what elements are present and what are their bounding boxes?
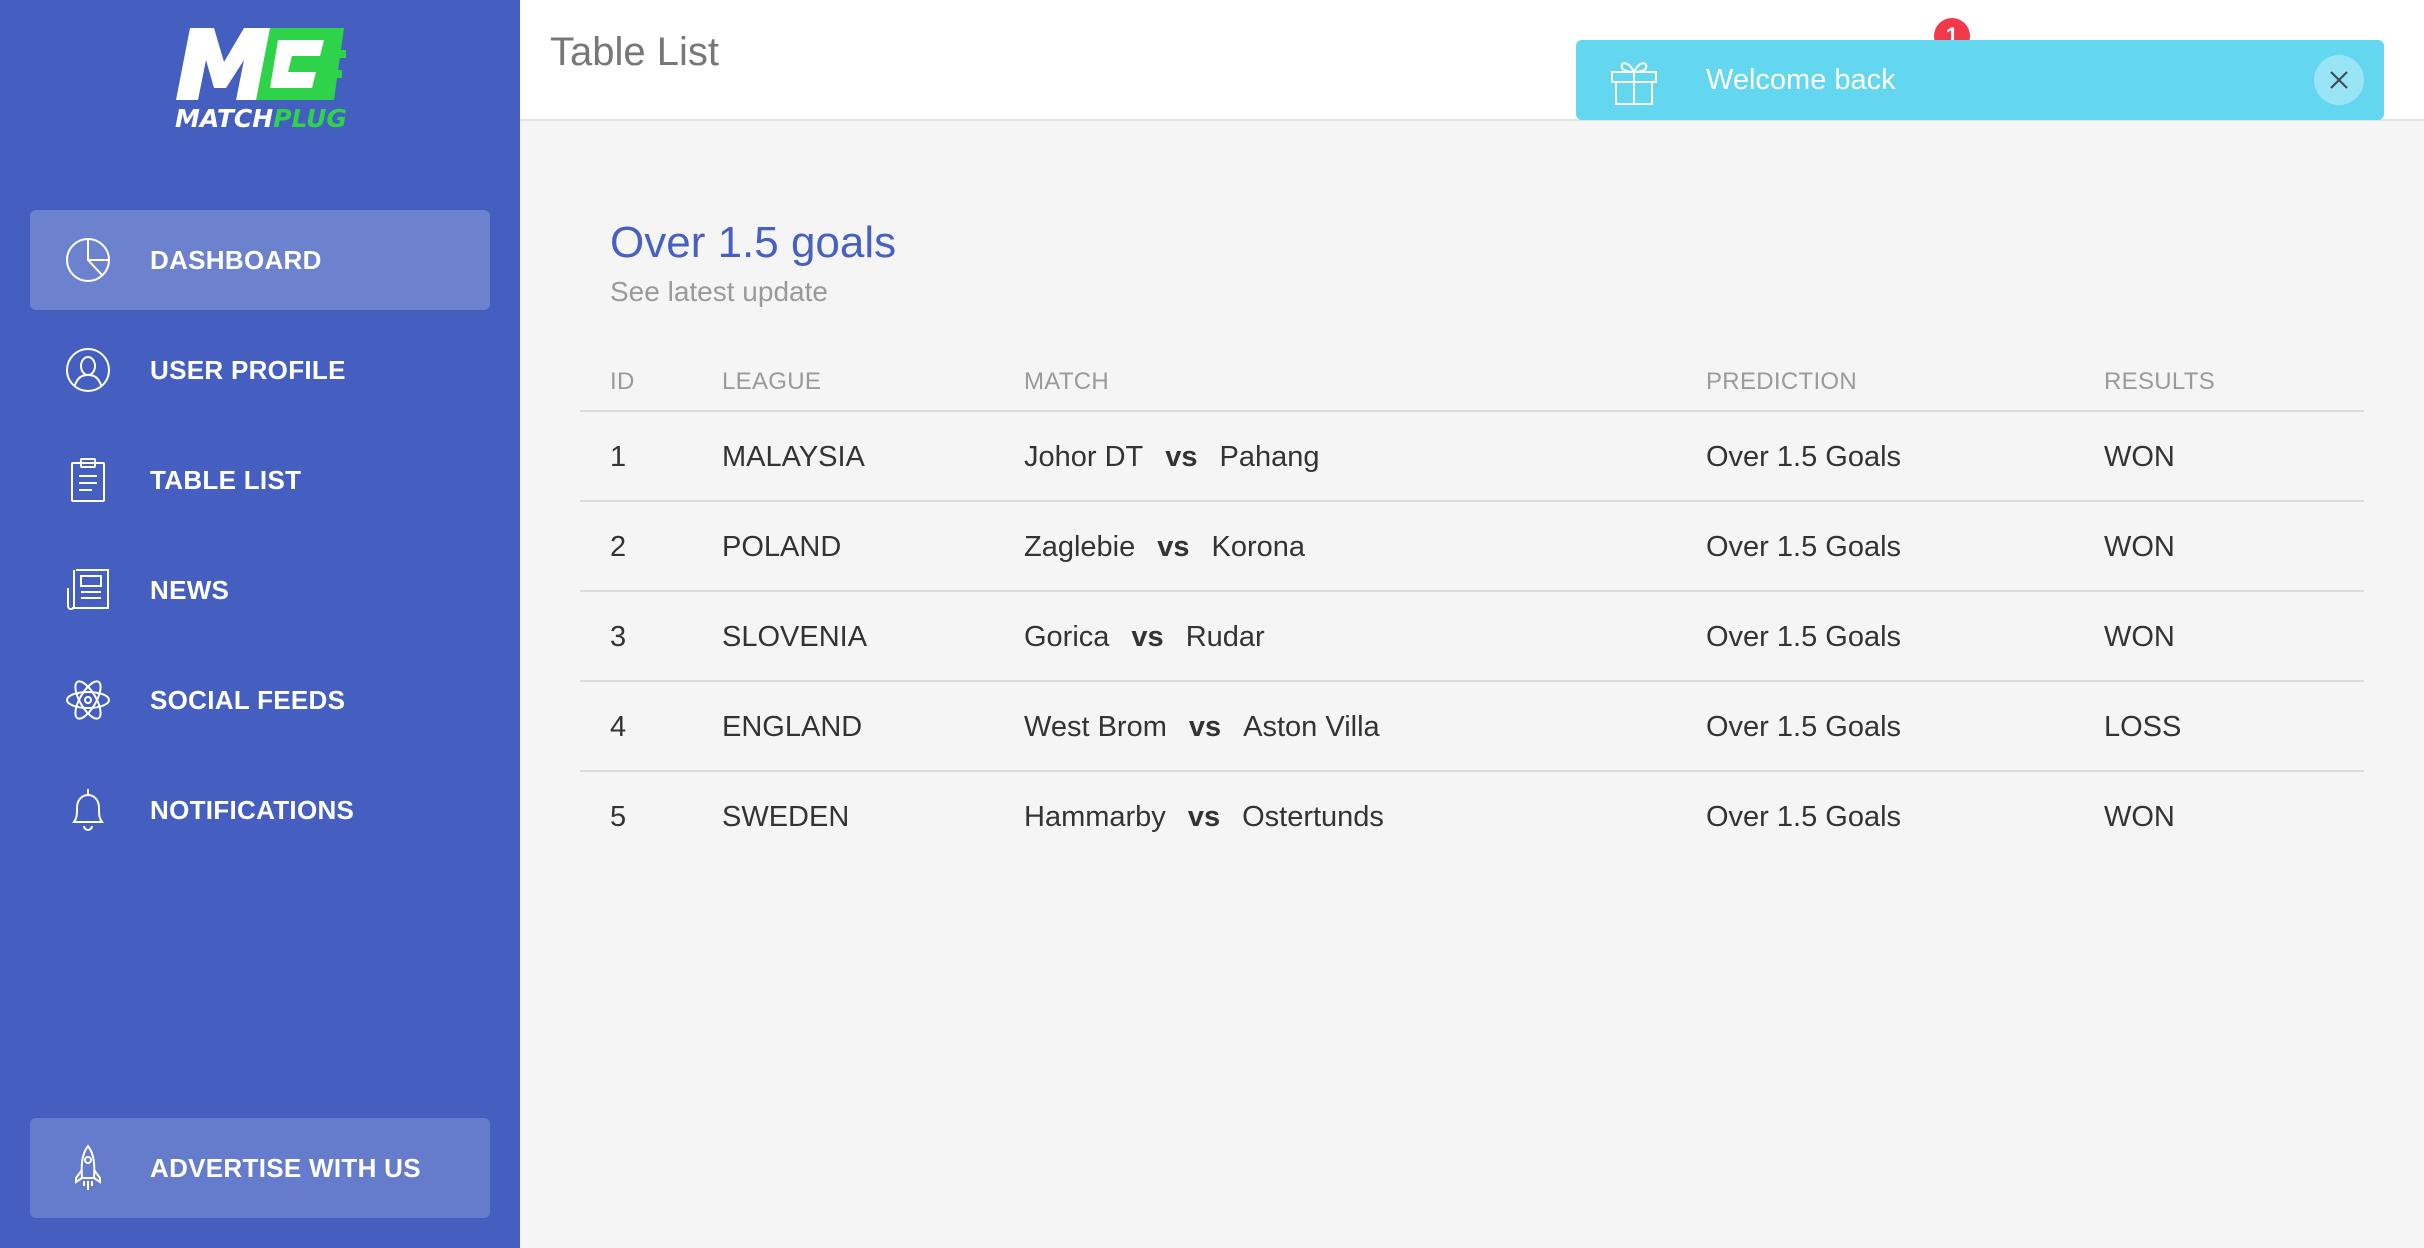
close-icon (2330, 71, 2348, 89)
sidebar-item-notifications[interactable]: NOTIFICATIONS (30, 760, 490, 860)
cell-league: SWEDEN (722, 801, 850, 833)
column-header-match: MATCH (1024, 368, 1110, 395)
table-row: 4 ENGLAND West Brom vs Aston Villa Over 1.… (580, 682, 2364, 772)
logo[interactable]: MATCHPLUG (168, 26, 354, 136)
toast-close-button[interactable] (2314, 55, 2364, 105)
sidebar-item-label: TABLE LIST (150, 465, 302, 495)
column-header-prediction: PREDICTION (1706, 368, 1858, 395)
column-header-league: LEAGUE (722, 368, 822, 395)
away-team: Rudar (1185, 621, 1265, 653)
welcome-toast: Welcome back (1576, 40, 2384, 120)
pie-chart-icon (64, 236, 112, 284)
home-team: Hammarby (1024, 801, 1166, 833)
column-header-id: ID (610, 368, 635, 395)
rocket-icon (64, 1144, 112, 1192)
newspaper-icon (64, 566, 112, 614)
cell-match: West Brom vs Aston Villa (1024, 682, 1380, 772)
vs-label: vs (1188, 711, 1222, 743)
advertise-button[interactable]: ADVERTISE WITH US (30, 1118, 490, 1218)
vs-label: vs (1165, 441, 1198, 473)
cell-result: WON (2104, 801, 2175, 833)
cell-league: ENGLAND (722, 711, 863, 743)
sidebar-item-label: SOCIAL FEEDS (150, 685, 346, 715)
table-row: 5 SWEDEN Hammarby vs Ostertunds Over 1.5 G… (580, 772, 2364, 862)
cell-league: MALAYSIA (722, 441, 865, 473)
sidebar-item-news[interactable]: NEWS (30, 540, 490, 640)
cell-match: Hammarby vs Ostertunds (1024, 772, 1384, 862)
cell-league: SLOVENIA (722, 621, 868, 653)
sidebar-item-user-profile[interactable]: USER PROFILE (30, 320, 490, 420)
gift-icon (1611, 62, 1657, 105)
vs-label: vs (1131, 621, 1164, 653)
app: MATCHPLUG DASHBOARD USER PROFILE TABLE L… (0, 0, 2424, 1248)
vs-label: vs (1187, 801, 1221, 833)
cell-match: Gorica vs Rudar (1024, 592, 1265, 682)
cell-match: Zaglebie vs Korona (1024, 502, 1305, 592)
home-team: Johor DT (1024, 441, 1144, 473)
home-team: Zaglebie (1024, 531, 1136, 563)
cell-id: 3 (610, 621, 627, 653)
sidebar: MATCHPLUG DASHBOARD USER PROFILE TABLE L… (0, 0, 520, 1248)
sidebar-item-label: NOTIFICATIONS (150, 795, 355, 825)
logo-text: MATCHPLUG (168, 104, 354, 134)
bell-icon (64, 786, 112, 834)
sidebar-nav: DASHBOARD USER PROFILE TABLE LIST NEWS S… (30, 210, 490, 870)
logo-text-match: MATCH (175, 104, 274, 133)
home-team: Gorica (1024, 621, 1110, 653)
cell-result: LOSS (2104, 711, 2182, 743)
matchplug-logo-icon (176, 28, 346, 100)
cell-result: WON (2104, 621, 2175, 653)
cell-id: 5 (610, 801, 627, 833)
cell-id: 2 (610, 531, 627, 563)
column-header-results: RESULTS (2104, 368, 2216, 395)
predictions-table: ID LEAGUE MATCH PREDICTION RESULTS 1 MAL… (580, 350, 2364, 862)
user-icon (64, 346, 112, 394)
away-team: Ostertunds (1242, 801, 1384, 833)
table-header: ID LEAGUE MATCH PREDICTION RESULTS (580, 350, 2364, 412)
vs-label: vs (1157, 531, 1190, 563)
sidebar-item-label: DASHBOARD (150, 245, 322, 275)
logo-text-plug: PLUG (273, 104, 347, 133)
away-team: Pahang (1219, 441, 1320, 473)
cell-prediction: Over 1.5 Goals (1706, 621, 1902, 653)
cell-league: POLAND (722, 531, 842, 563)
cell-result: WON (2104, 531, 2175, 563)
table-row: 2 POLAND Zaglebie vs Korona Over 1.5 Goals… (580, 502, 2364, 592)
card-title: Over 1.5 goals (610, 218, 897, 267)
cell-id: 4 (610, 711, 627, 743)
advertise-label: ADVERTISE WITH US (150, 1153, 421, 1183)
card-subtitle: See latest update (610, 276, 828, 307)
cell-prediction: Over 1.5 Goals (1706, 711, 1902, 743)
cell-prediction: Over 1.5 Goals (1706, 441, 1902, 473)
page-title: Table List (550, 30, 719, 74)
table-row: 3 SLOVENIA Gorica vs Rudar Over 1.5 Goals … (580, 592, 2364, 682)
sidebar-item-table-list[interactable]: TABLE LIST (30, 430, 490, 530)
toast-message: Welcome back (1706, 64, 1896, 96)
cell-result: WON (2104, 441, 2175, 473)
cell-id: 1 (610, 441, 627, 473)
table-row: 1 MALAYSIA Johor DT vs Pahang Over 1.5 Goa… (580, 412, 2364, 502)
cell-prediction: Over 1.5 Goals (1706, 801, 1902, 833)
cell-match: Johor DT vs Pahang (1024, 412, 1320, 502)
home-team: West Brom (1024, 711, 1167, 743)
sidebar-item-social-feeds[interactable]: SOCIAL FEEDS (30, 650, 490, 750)
away-team: Aston Villa (1243, 711, 1380, 743)
atom-icon (64, 676, 112, 724)
sidebar-item-dashboard[interactable]: DASHBOARD (30, 210, 490, 310)
sidebar-item-label: USER PROFILE (150, 355, 346, 385)
sidebar-item-label: NEWS (150, 575, 230, 605)
cell-prediction: Over 1.5 Goals (1706, 531, 1902, 563)
away-team: Korona (1211, 531, 1306, 563)
clipboard-icon (64, 456, 112, 504)
